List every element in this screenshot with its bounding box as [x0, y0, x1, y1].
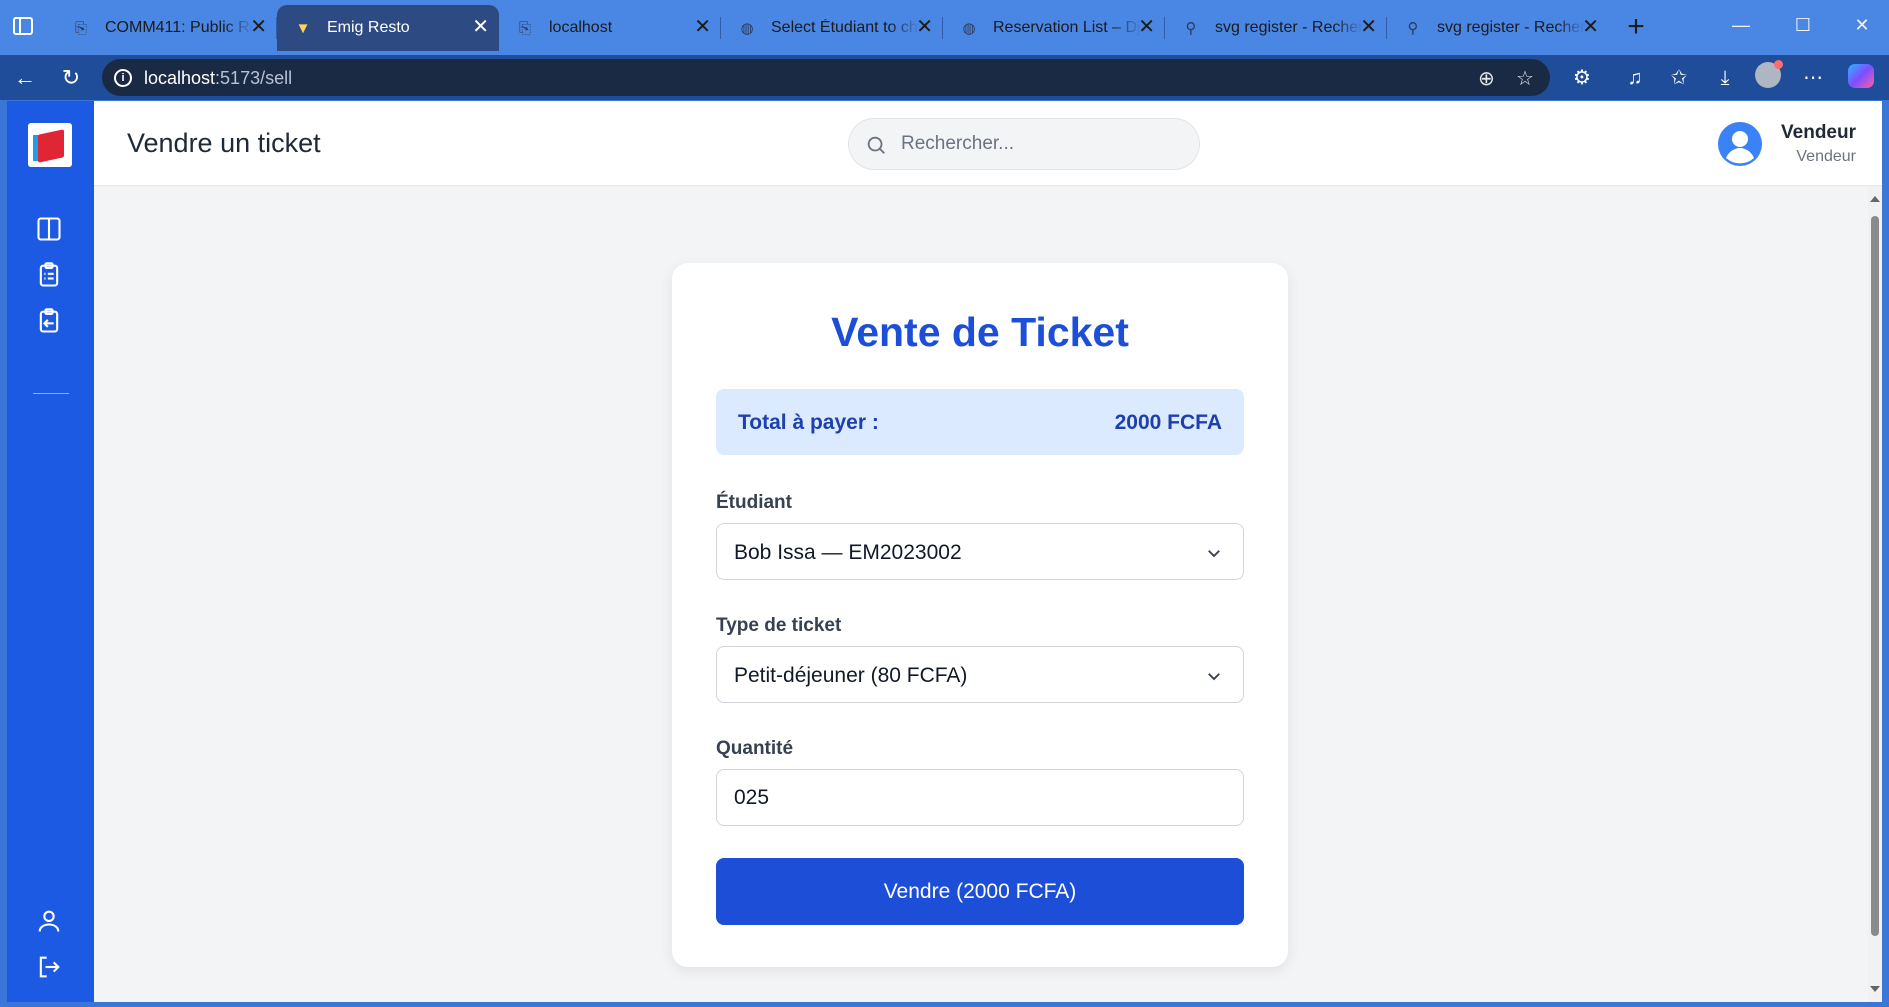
- user-name: Vendeur: [1781, 122, 1856, 143]
- tab-title: Reservation List – Django: [993, 19, 1141, 36]
- ticket-type-select-value: Petit-déjeuner (80 FCFA): [734, 664, 968, 687]
- app-header: Vendre un ticket Vendeur Vendeur: [94, 101, 1882, 186]
- tab-strip: ⎘ COMM411: Public Relations ✕ ▼ Emig Res…: [55, 5, 1609, 51]
- profile-avatar[interactable]: [1755, 60, 1783, 88]
- logo-book: [38, 129, 64, 163]
- zoom-icon[interactable]: ⊕: [1478, 66, 1495, 91]
- tab-title: svg register - Recherche: [1215, 19, 1363, 36]
- browser-tab[interactable]: ⎘ localhost ✕: [499, 5, 721, 51]
- quantity-input[interactable]: [716, 769, 1244, 826]
- search-bar[interactable]: [848, 118, 1200, 170]
- sidebar-logout-icon[interactable]: [35, 953, 63, 981]
- page-title: Vendre un ticket: [127, 128, 321, 158]
- total-label: Total à payer :: [738, 411, 879, 434]
- favorite-star-icon[interactable]: ☆: [1516, 66, 1534, 91]
- total-value: 2000 FCFA: [1114, 411, 1222, 434]
- page-icon: ⎘: [518, 19, 531, 37]
- downloads-icon[interactable]: ⤓: [1710, 63, 1740, 93]
- card-title: Vente de Ticket: [831, 309, 1129, 355]
- sell-button[interactable]: Vendre (2000 FCFA): [716, 858, 1244, 925]
- app-root: Vendre un ticket Vendeur Vendeur Vente d…: [7, 101, 1882, 1002]
- search-input[interactable]: [901, 119, 1191, 169]
- total-summary: Total à payer : 2000 FCFA: [716, 389, 1244, 455]
- site-info-icon[interactable]: i: [114, 69, 132, 87]
- scrollbar-thumb[interactable]: [1871, 216, 1879, 936]
- browser-tab[interactable]: ⚲ svg register - Recherche ✕: [1387, 5, 1609, 51]
- copilot-icon[interactable]: [1848, 64, 1874, 88]
- sidebar-divider: [33, 393, 69, 394]
- media-icon[interactable]: ♫: [1620, 63, 1650, 93]
- close-tab-icon[interactable]: ✕: [694, 17, 711, 37]
- page-scrollbar[interactable]: [1868, 186, 1882, 1002]
- browser-tab[interactable]: ◍ Select Étudiant to change ✕: [721, 5, 943, 51]
- student-select-value: Bob Issa — EM2023002: [734, 541, 962, 564]
- browser-tab[interactable]: ⚲ svg register - Recherche ✕: [1165, 5, 1387, 51]
- tab-title: COMM411: Public Relations: [105, 19, 253, 36]
- globe-icon: ◍: [962, 20, 976, 37]
- address-bar[interactable]: i localhost:5173/sell ⊕ ☆: [102, 59, 1550, 96]
- refresh-icon[interactable]: ↻: [56, 63, 86, 93]
- page-icon: ⎘: [74, 19, 87, 37]
- tab-title: localhost: [549, 19, 613, 36]
- ticket-type-label: Type de ticket: [716, 615, 842, 636]
- sidebar: [7, 101, 94, 1002]
- maximize-icon[interactable]: ☐: [1780, 10, 1826, 40]
- extensions-icon[interactable]: ⚙: [1567, 63, 1597, 93]
- app-logo[interactable]: [28, 123, 72, 167]
- more-menu-icon[interactable]: ⋯: [1798, 63, 1828, 93]
- sell-ticket-card: Vente de Ticket Total à payer : 2000 FCF…: [672, 263, 1288, 967]
- tab-title: Select Étudiant to change: [771, 19, 919, 36]
- browser-toolbar: ← ↻ i localhost:5173/sell ⊕ ☆ ⚙ ♫ ✩ ⤓ ⋯: [0, 55, 1889, 100]
- scroll-up-icon[interactable]: [1870, 196, 1880, 202]
- tab-actions-icon[interactable]: [13, 17, 33, 35]
- sidebar-clipboard-list-icon[interactable]: [35, 261, 63, 289]
- close-tab-icon[interactable]: ✕: [1138, 17, 1155, 37]
- browser-tab-active[interactable]: ▼ Emig Resto ✕: [277, 5, 499, 51]
- search-icon: ⚲: [1185, 20, 1197, 37]
- search-icon: ⚲: [1407, 20, 1419, 37]
- scroll-down-icon[interactable]: [1870, 986, 1880, 992]
- close-tab-icon[interactable]: ✕: [472, 17, 489, 37]
- minimize-icon[interactable]: —: [1718, 10, 1764, 40]
- back-arrow-icon[interactable]: ←: [10, 63, 40, 93]
- url-text[interactable]: localhost:5173/sell: [144, 68, 292, 89]
- student-select[interactable]: Bob Issa — EM2023002: [716, 523, 1244, 580]
- sidebar-dashboard-icon[interactable]: [35, 215, 63, 243]
- globe-icon: ◍: [740, 20, 754, 37]
- browser-tab-bar: ⎘ COMM411: Public Relations ✕ ▼ Emig Res…: [0, 0, 1889, 55]
- user-avatar-icon[interactable]: [1717, 121, 1763, 167]
- chevron-down-icon: [1208, 673, 1220, 681]
- favorites-icon[interactable]: ✩: [1664, 63, 1694, 93]
- close-tab-icon[interactable]: ✕: [916, 17, 933, 37]
- browser-tab[interactable]: ⎘ COMM411: Public Relations ✕: [55, 5, 277, 51]
- student-label: Étudiant: [716, 492, 792, 513]
- new-tab-button[interactable]: +: [1622, 9, 1650, 45]
- sidebar-profile-icon[interactable]: [35, 907, 63, 935]
- search-icon: [867, 136, 885, 154]
- close-window-icon[interactable]: ✕: [1839, 10, 1885, 40]
- tab-title: svg register - Recherche: [1437, 19, 1585, 36]
- close-tab-icon[interactable]: ✕: [1582, 17, 1599, 37]
- ticket-type-select[interactable]: Petit-déjeuner (80 FCFA): [716, 646, 1244, 703]
- close-tab-icon[interactable]: ✕: [1360, 17, 1377, 37]
- close-tab-icon[interactable]: ✕: [250, 17, 267, 37]
- browser-tab[interactable]: ◍ Reservation List – Django ✕: [943, 5, 1165, 51]
- tab-title: Emig Resto: [327, 19, 410, 36]
- quantity-label: Quantité: [716, 738, 794, 759]
- sidebar-clipboard-return-icon[interactable]: [35, 307, 63, 335]
- user-role: Vendeur: [1796, 148, 1856, 165]
- chevron-down-icon: [1208, 550, 1220, 558]
- vite-icon: ▼: [295, 19, 311, 37]
